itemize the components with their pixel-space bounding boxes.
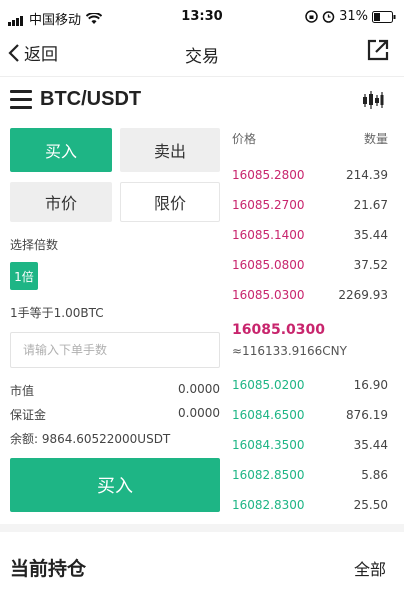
bid-qty: 35.44	[353, 438, 388, 452]
multiplier-label: 选择倍数	[10, 238, 59, 252]
pair-name[interactable]: BTC/USDT	[40, 88, 141, 111]
ask-price: 16085.0300	[232, 288, 305, 302]
last-price: 16085.0300	[232, 322, 325, 338]
limit-order-tab[interactable]: 限价	[120, 182, 220, 222]
bid-price: 16082.8500	[232, 468, 305, 482]
multiplier-option[interactable]: 1倍	[10, 262, 38, 290]
battery-percent: 31%	[339, 9, 368, 24]
kline-button[interactable]	[362, 90, 384, 114]
ask-price: 16085.1400	[232, 228, 305, 242]
bid-price: 16082.8300	[232, 498, 305, 512]
alarm-icon	[322, 11, 335, 23]
pair-bar: BTC/USDT	[0, 80, 404, 120]
page-title: 交易	[185, 47, 219, 67]
ask-price: 16085.0800	[232, 258, 305, 272]
margin-label: 保证金	[10, 408, 47, 422]
buy-tab[interactable]: 买入	[10, 128, 112, 172]
nav-bar: 返回 交易	[0, 34, 404, 72]
nav-divider	[0, 76, 404, 77]
bid-qty: 16.90	[353, 378, 388, 392]
market-value: 0.0000	[178, 382, 220, 396]
bid-qty: 876.19	[346, 408, 388, 422]
price-header: 价格	[232, 132, 257, 146]
positions-title: 当前持仓	[10, 558, 87, 580]
last-price-cny: ≈116133.9166CNY	[232, 344, 347, 358]
candlestick-icon	[363, 91, 384, 109]
external-link-icon	[367, 39, 389, 61]
market-order-tab[interactable]: 市价	[10, 182, 112, 222]
balance-row: 余额: 9864.60522000USDT	[10, 430, 220, 447]
ask-price: 16085.2700	[232, 198, 305, 212]
market-value-row: 市值 0.0000	[10, 382, 220, 399]
status-bar: 中国移动 13:30 31%	[0, 0, 404, 34]
bid-price: 16085.0200	[232, 378, 305, 392]
ask-qty: 37.52	[353, 258, 388, 272]
ask-qty: 21.67	[353, 198, 388, 212]
section-divider	[0, 524, 404, 532]
bid-price: 16084.6500	[232, 408, 305, 422]
ask-price: 16085.2800	[232, 168, 305, 182]
submit-buy-button[interactable]: 买入	[10, 458, 220, 512]
sell-tab[interactable]: 卖出	[120, 128, 220, 172]
margin-value: 0.0000	[178, 406, 220, 420]
margin-row: 保证金 0.0000	[10, 406, 220, 423]
balance-text: 余额: 9864.60522000USDT	[10, 432, 171, 446]
quantity-input[interactable]	[10, 332, 220, 368]
bid-price: 16084.3500	[232, 438, 305, 452]
battery-icon	[372, 10, 396, 23]
qty-header: 数量	[363, 132, 388, 146]
ask-qty: 2269.93	[338, 288, 388, 302]
order-book-header: 价格 数量	[232, 130, 388, 147]
orientation-lock-icon	[305, 10, 318, 23]
ask-qty: 35.44	[353, 228, 388, 242]
market-value-label: 市值	[10, 384, 35, 398]
external-link-button[interactable]	[366, 38, 390, 66]
lot-info: 1手等于1.00BTC	[10, 306, 104, 320]
positions-all-link[interactable]: 全部	[354, 556, 386, 580]
bid-qty: 25.50	[353, 498, 388, 512]
menu-icon[interactable]	[10, 90, 32, 109]
bid-qty: 5.86	[361, 468, 388, 482]
status-right: 31%	[305, 9, 396, 24]
ask-qty: 214.39	[346, 168, 388, 182]
